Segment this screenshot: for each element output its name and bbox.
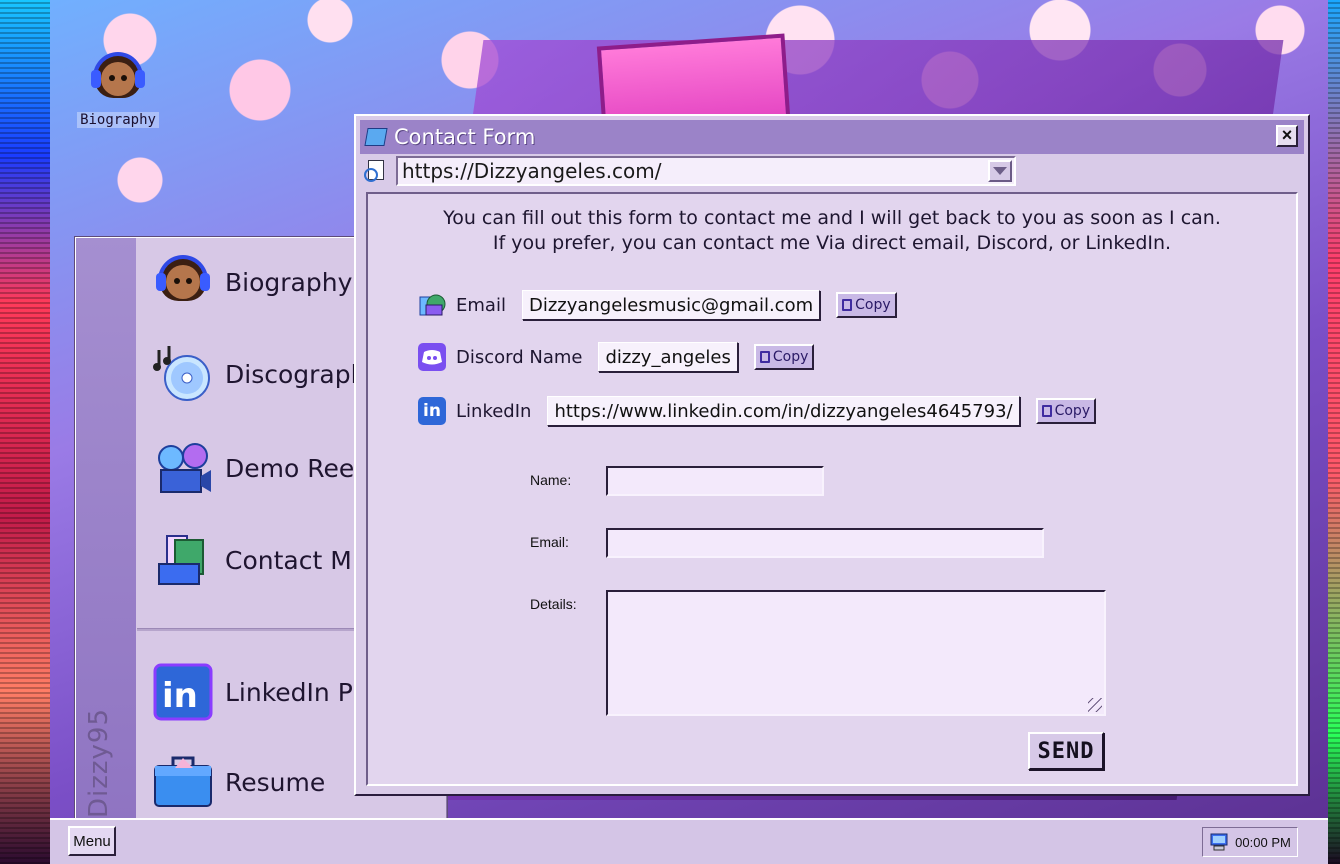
address-bar: https://Dizzyangeles.com/	[364, 156, 1300, 186]
chevron-down-icon[interactable]	[988, 160, 1012, 182]
menu-item-label: Discograph	[225, 359, 367, 389]
copy-icon	[842, 299, 853, 311]
copy-discord-button[interactable]: Copy	[753, 344, 815, 370]
email-form-label: Email:	[530, 534, 569, 550]
discord-contact-row: Discord Name dizzy_angeles Copy	[418, 342, 815, 372]
copy-icon	[1041, 405, 1052, 417]
window-titlebar[interactable]: Contact Form ×	[360, 120, 1304, 154]
email-input[interactable]	[606, 528, 1044, 558]
copy-label: Copy	[855, 297, 891, 313]
intro-line-1: You can fill out this form to contact me…	[443, 207, 1221, 229]
linkedin-contact-row: in LinkedIn https://www.linkedin.com/in/…	[418, 396, 1097, 426]
desktop-wallpaper: Biography Dizzy95 Biography Discograph D…	[0, 0, 1340, 864]
discord-icon	[418, 343, 446, 371]
desktop-icon-biography[interactable]: Biography	[70, 50, 166, 129]
copy-icon	[759, 351, 770, 363]
resize-grip-icon[interactable]	[1088, 698, 1102, 712]
discord-label: Discord Name	[456, 346, 583, 368]
avatar-icon	[89, 50, 147, 108]
menu-button[interactable]: Menu	[68, 826, 116, 856]
linkedin-label: LinkedIn	[456, 400, 532, 422]
address-url: https://Dizzyangeles.com/	[402, 159, 662, 183]
copy-email-button[interactable]: Copy	[836, 292, 897, 318]
page-search-icon	[364, 160, 386, 182]
linkedin-icon: in	[418, 397, 446, 425]
menu-item-label: Contact M	[225, 545, 352, 575]
linkedin-icon: in	[151, 660, 215, 724]
address-combobox[interactable]: https://Dizzyangeles.com/	[396, 156, 1016, 186]
wallpaper-right-edge	[1328, 0, 1340, 864]
briefcase-icon	[151, 750, 215, 814]
copy-label: Copy	[1054, 403, 1091, 419]
cd-music-icon	[151, 342, 215, 406]
desktop-icon-label: Biography	[77, 112, 159, 128]
details-label: Details:	[530, 596, 577, 612]
copy-label: Copy	[772, 349, 809, 365]
avatar-icon	[154, 253, 212, 311]
svg-text:in: in	[162, 676, 198, 716]
discord-value[interactable]: dizzy_angeles	[598, 342, 738, 372]
close-button[interactable]: ×	[1276, 125, 1298, 147]
window-icon	[364, 128, 388, 146]
details-textarea[interactable]	[606, 590, 1106, 716]
start-menu-brand: Dizzy95	[84, 707, 114, 818]
window-title: Contact Form	[394, 125, 536, 149]
linkedin-value[interactable]: https://www.linkedin.com/in/dizzyangeles…	[547, 396, 1020, 426]
clock: 00:00 PM	[1235, 834, 1291, 850]
email-icon	[418, 291, 446, 319]
system-tray: 00:00 PM	[1202, 827, 1298, 857]
send-button[interactable]: SEND	[1028, 732, 1104, 770]
contact-book-icon	[151, 528, 215, 592]
contact-form-window: Contact Form × https://Dizzyangeles.com/…	[354, 114, 1310, 796]
email-label: Email	[456, 294, 506, 316]
name-label: Name:	[530, 472, 572, 488]
menu-item-label: Demo Reel	[225, 453, 362, 483]
film-reel-icon	[151, 436, 215, 500]
copy-linkedin-button[interactable]: Copy	[1035, 398, 1097, 424]
taskbar: Menu 00:00 PM	[50, 818, 1328, 864]
email-value[interactable]: Dizzyangelesmusic@gmail.com	[521, 290, 821, 320]
menu-item-label: LinkedIn PF	[225, 677, 368, 707]
email-contact-row: Email Dizzyangelesmusic@gmail.com Copy	[418, 290, 897, 320]
intro-text: You can fill out this form to contact me…	[368, 206, 1296, 256]
wallpaper-left-edge	[0, 0, 50, 864]
intro-line-2: If you prefer, you can contact me Via di…	[492, 232, 1172, 254]
menu-item-label: Resume	[225, 767, 326, 797]
start-menu-sidebar: Dizzy95	[76, 238, 136, 824]
name-input[interactable]	[606, 466, 824, 496]
window-content: You can fill out this form to contact me…	[366, 192, 1298, 786]
menu-item-label: Biography	[225, 267, 353, 297]
computer-icon	[1210, 833, 1228, 851]
